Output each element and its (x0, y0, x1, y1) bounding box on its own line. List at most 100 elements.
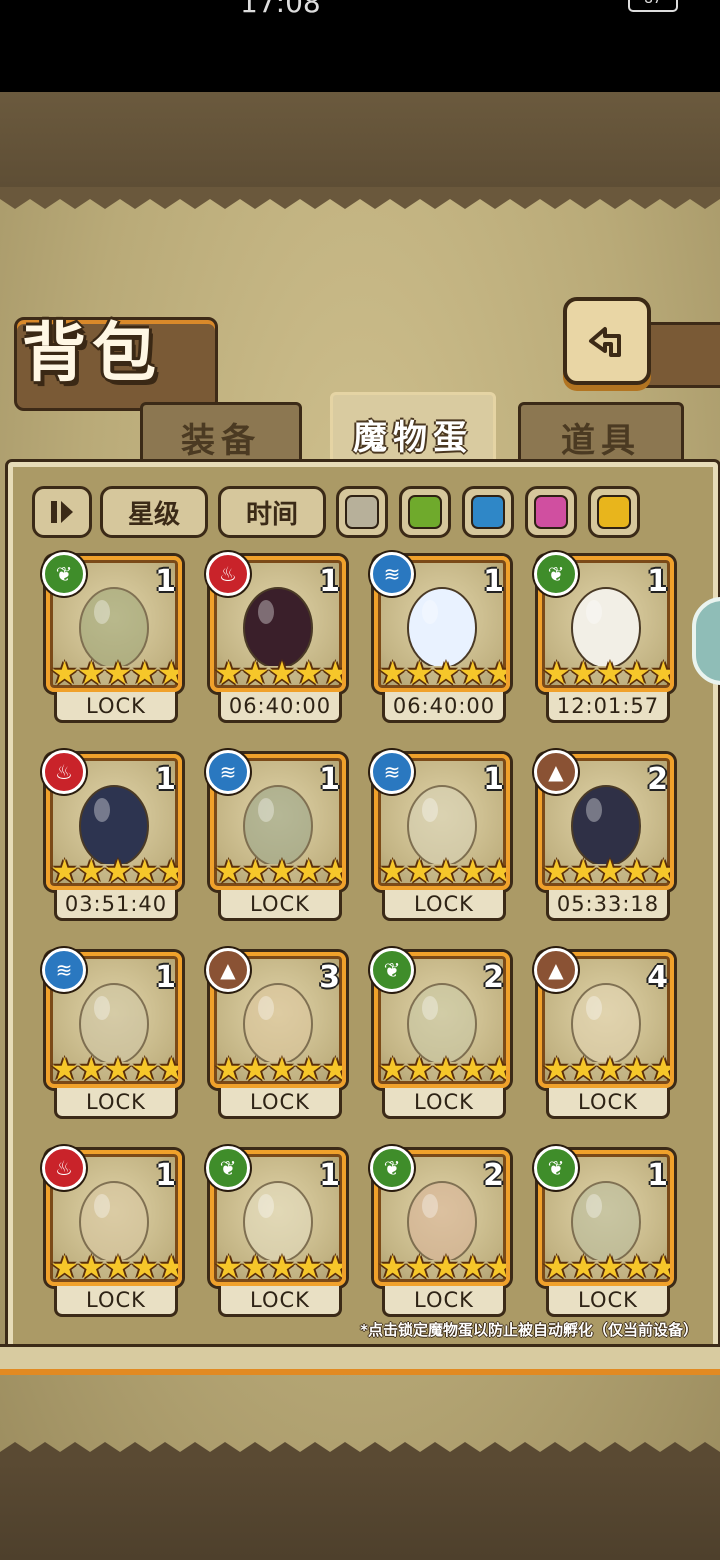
hatch-timer: 03:51:40 (54, 890, 178, 921)
star-icon: ★ (294, 1050, 324, 1088)
lock-button[interactable]: LOCK (218, 1286, 342, 1317)
lock-button[interactable]: LOCK (218, 1088, 342, 1119)
lock-button[interactable]: LOCK (382, 890, 506, 921)
hatch-timer: 06:40:00 (218, 692, 342, 723)
side-edge-button[interactable] (692, 597, 720, 685)
color-filter-pink[interactable] (525, 486, 577, 538)
egg-card[interactable]: ★★★★★≋1LOCK (42, 948, 182, 1119)
lock-button[interactable]: LOCK (218, 890, 342, 921)
fire-element-icon: ♨ (42, 1146, 86, 1190)
star-icon: ★ (568, 852, 598, 890)
lock-button[interactable]: LOCK (54, 1286, 178, 1317)
star-icon: ★ (267, 1248, 297, 1286)
lock-hint-note: *点击锁定魔物蛋以防止被自动孵化（仅当前设备） (360, 1321, 698, 1339)
star-icon: ★ (485, 1250, 506, 1282)
egg-count: 1 (319, 564, 340, 599)
color-swatch (408, 495, 442, 529)
star-icon: ★ (431, 1248, 461, 1286)
color-filter-gold[interactable] (588, 486, 640, 538)
lock-button[interactable]: LOCK (546, 1286, 670, 1317)
back-button-bar (644, 322, 720, 388)
star-icon: ★ (240, 654, 270, 692)
star-icon: ★ (542, 1248, 571, 1286)
panel-bottom-rail (0, 1344, 720, 1375)
egg-count: 1 (155, 564, 176, 599)
earth-element-icon: ▲ (206, 948, 250, 992)
star-rating: ★★★★★ (542, 654, 670, 692)
lock-button[interactable]: LOCK (382, 1286, 506, 1317)
egg-card[interactable]: ★★★★★♨1LOCK (42, 1146, 182, 1317)
star-icon: ★ (214, 852, 243, 890)
sort-time-button[interactable]: 时间 (218, 486, 326, 538)
star-rating: ★★★★★ (542, 1050, 670, 1088)
earth-element-icon: ▲ (534, 948, 578, 992)
egg-card[interactable]: ★★★★★❦2LOCK (370, 948, 510, 1119)
star-icon: ★ (595, 852, 625, 890)
egg-card[interactable]: ★★★★★❦2LOCK (370, 1146, 510, 1317)
star-icon: ★ (76, 852, 106, 890)
lock-button[interactable]: LOCK (54, 692, 178, 723)
egg-card[interactable]: ★★★★★≋106:40:00 (370, 552, 510, 723)
star-rating: ★★★★★ (378, 1248, 506, 1286)
egg-card[interactable]: ★★★★★❦1LOCK (206, 1146, 346, 1317)
egg-card[interactable]: ★★★★★▲4LOCK (534, 948, 674, 1119)
zigzag-edge-top (0, 187, 720, 209)
lock-button[interactable]: LOCK (54, 1088, 178, 1119)
tab-monster-eggs-label: 魔物蛋 (353, 417, 473, 458)
star-icon: ★ (649, 1052, 670, 1084)
color-filter-green[interactable] (399, 486, 451, 538)
egg-card[interactable]: ★★★★★♨106:40:00 (206, 552, 346, 723)
star-rating: ★★★★★ (50, 1052, 178, 1084)
star-rating: ★★★★★ (214, 852, 342, 890)
grass-element-icon: ❦ (370, 1146, 414, 1190)
game-screen: 背包 装备 魔物蛋 道具 星级 时间 ★★★★★❦1LOCK★★★★★♨106:… (0, 92, 720, 1560)
star-icon: ★ (595, 654, 625, 692)
star-icon: ★ (267, 1050, 297, 1088)
star-rating: ★★★★★ (378, 852, 506, 890)
star-icon: ★ (404, 1050, 434, 1088)
star-icon: ★ (431, 1050, 461, 1088)
egg-card[interactable]: ★★★★★♨103:51:40 (42, 750, 182, 921)
egg-card[interactable]: ★★★★★≋1LOCK (206, 750, 346, 921)
sort-star-button[interactable]: 星级 (100, 486, 208, 538)
egg-card[interactable]: ★★★★★❦112:01:57 (534, 552, 674, 723)
egg-count: 1 (319, 1158, 340, 1193)
sort-order-button[interactable] (32, 486, 92, 538)
star-icon: ★ (103, 1248, 133, 1286)
back-button[interactable] (563, 297, 651, 385)
star-icon: ★ (542, 1050, 571, 1088)
star-icon: ★ (431, 654, 461, 692)
star-icon: ★ (157, 656, 178, 688)
water-element-icon: ≋ (370, 750, 414, 794)
star-rating: ★★★★★ (542, 852, 670, 890)
star-icon: ★ (378, 1050, 407, 1088)
star-icon: ★ (568, 1050, 598, 1088)
star-icon: ★ (404, 852, 434, 890)
star-icon: ★ (595, 1248, 625, 1286)
star-icon: ★ (595, 1050, 625, 1088)
sort-time-label: 时间 (245, 499, 298, 530)
egg-card[interactable]: ★★★★★❦1LOCK (42, 552, 182, 723)
color-filter-gray[interactable] (336, 486, 388, 538)
star-icon: ★ (485, 854, 506, 886)
star-icon: ★ (378, 1248, 407, 1286)
back-arrow-icon (589, 327, 621, 357)
star-icon: ★ (622, 654, 652, 692)
lock-button[interactable]: LOCK (382, 1088, 506, 1119)
lock-button[interactable]: LOCK (546, 1088, 670, 1119)
egg-card[interactable]: ★★★★★▲3LOCK (206, 948, 346, 1119)
star-icon: ★ (130, 1248, 160, 1286)
star-icon: ★ (458, 852, 488, 890)
egg-card[interactable]: ★★★★★❦1LOCK (534, 1146, 674, 1317)
star-icon: ★ (321, 656, 342, 688)
egg-card[interactable]: ★★★★★≋1LOCK (370, 750, 510, 921)
hatch-timer: 12:01:57 (546, 692, 670, 723)
egg-card[interactable]: ★★★★★▲205:33:18 (534, 750, 674, 921)
star-icon: ★ (321, 854, 342, 886)
star-rating: ★★★★★ (378, 654, 506, 692)
egg-count: 1 (647, 1158, 668, 1193)
grass-element-icon: ❦ (206, 1146, 250, 1190)
color-filter-blue[interactable] (462, 486, 514, 538)
star-icon: ★ (157, 854, 178, 886)
egg-count: 1 (155, 762, 176, 797)
